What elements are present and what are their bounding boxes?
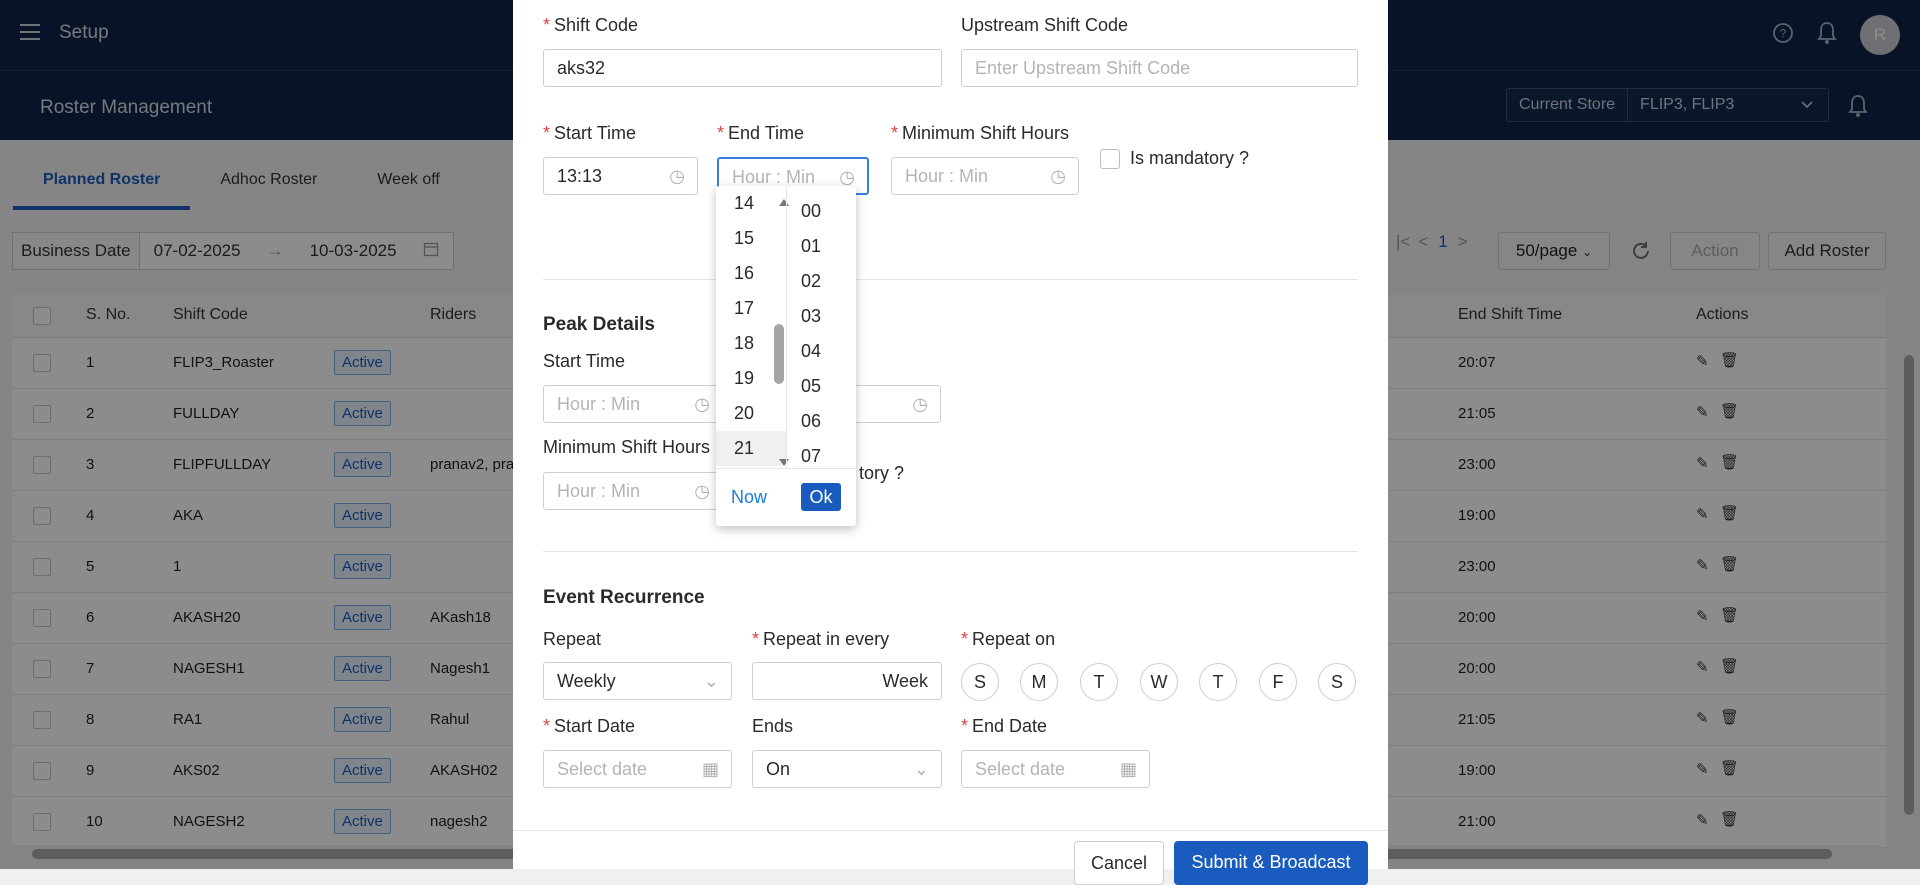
end-date-input[interactable]: Select date ▦: [961, 750, 1150, 788]
peak-min-hours-input[interactable]: Hour : Min ◷: [543, 472, 723, 510]
hour-option[interactable]: 16: [716, 256, 786, 291]
calendar-icon: ▦: [1119, 759, 1137, 779]
chevron-down-icon: ⌄: [703, 671, 719, 691]
peak-min-placeholder: Hour : Min: [557, 481, 641, 501]
hour-option[interactable]: 15: [716, 221, 786, 256]
clock-icon: ◷: [669, 166, 685, 186]
hour-option[interactable]: 20: [716, 396, 786, 431]
calendar-icon: ▦: [701, 759, 719, 779]
clock-icon: ◷: [912, 394, 928, 414]
minute-option[interactable]: 01: [786, 229, 856, 264]
min-shift-hours-label: * Minimum Shift Hours: [891, 123, 1070, 143]
minute-option[interactable]: 04: [786, 334, 856, 369]
clock-icon: ◷: [694, 481, 710, 501]
hour-scroll-thumb[interactable]: [774, 324, 784, 384]
is-mandatory-checkbox[interactable]: [1100, 149, 1120, 169]
repeat-label: Repeat: [543, 629, 602, 649]
shift-code-input[interactable]: aks32: [543, 49, 942, 87]
start-time-value: 13:13: [557, 166, 603, 186]
day-monday[interactable]: M: [1020, 663, 1058, 701]
repeat-value: Weekly: [557, 671, 616, 691]
chevron-down-icon: ⌄: [913, 759, 929, 779]
ok-button[interactable]: Ok: [801, 483, 841, 511]
submit-broadcast-button[interactable]: Submit & Broadcast: [1174, 841, 1368, 885]
peak-start-placeholder: Hour : Min: [557, 394, 641, 414]
day-friday[interactable]: F: [1259, 663, 1297, 701]
peak-start-time-label: Start Time: [543, 351, 626, 371]
picker-footer-divider: [716, 468, 856, 469]
day-sunday[interactable]: S: [961, 663, 999, 701]
end-time-label: * End Time: [717, 123, 805, 143]
time-picker-dropdown: 14 15 16 17 18 19 20 21 00 01 02 03 04 05 06 07 Now Ok: [716, 186, 856, 526]
divider: [543, 551, 1358, 552]
hour-option[interactable]: 17: [716, 291, 786, 326]
minute-option[interactable]: 05: [786, 369, 856, 404]
repeat-every-label: * Repeat in every: [752, 629, 890, 649]
minute-option[interactable]: 07: [786, 439, 856, 468]
peak-details-title: Peak Details: [543, 314, 655, 335]
now-button[interactable]: Now: [731, 487, 767, 508]
event-recurrence-title: Event Recurrence: [543, 587, 705, 608]
peak-min-hours-label: Minimum Shift Hours: [543, 437, 711, 457]
shift-code-label: * Shift Code: [543, 15, 639, 35]
minute-option[interactable]: 03: [786, 299, 856, 334]
repeat-on-label: * Repeat on: [961, 629, 1056, 649]
hour-option[interactable]: 21: [716, 431, 786, 466]
ends-select[interactable]: On ⌄: [752, 750, 942, 788]
end-date-placeholder: Select date: [975, 759, 1066, 779]
end-time-placeholder: Hour : Min: [732, 167, 816, 187]
peak-start-time-input[interactable]: Hour : Min ◷: [543, 385, 723, 423]
start-date-placeholder: Select date: [557, 759, 648, 779]
is-mandatory-label: Is mandatory ?: [1130, 148, 1250, 168]
start-date-label: * Start Date: [543, 716, 636, 736]
start-time-input[interactable]: 13:13 ◷: [543, 157, 698, 195]
upstream-shift-code-label: Upstream Shift Code: [961, 15, 1129, 35]
day-thursday[interactable]: T: [1199, 663, 1237, 701]
add-roster-modal: * Shift Code aks32 Upstream Shift Code En…: [513, 0, 1388, 885]
start-time-label: * Start Time: [543, 123, 637, 143]
minute-option[interactable]: 00: [786, 194, 856, 229]
divider: [543, 279, 1358, 280]
cancel-button[interactable]: Cancel: [1074, 841, 1164, 885]
day-saturday[interactable]: S: [1318, 663, 1356, 701]
end-date-label: * End Date: [961, 716, 1048, 736]
min-shift-hours-placeholder: Hour : Min: [905, 166, 989, 186]
clock-icon: ◷: [694, 394, 710, 414]
start-date-input[interactable]: Select date ▦: [543, 750, 732, 788]
upstream-shift-code-input[interactable]: Enter Upstream Shift Code: [961, 49, 1358, 87]
repeat-every-input[interactable]: Week: [752, 662, 942, 700]
peak-mandatory-label: tory ?: [859, 463, 905, 483]
clock-icon: ◷: [1050, 166, 1066, 186]
minute-option[interactable]: 06: [786, 404, 856, 439]
day-tuesday[interactable]: T: [1080, 663, 1118, 701]
day-wednesday[interactable]: W: [1140, 663, 1178, 701]
ends-label: Ends: [752, 716, 794, 736]
hour-option[interactable]: 14: [716, 186, 786, 221]
minute-option[interactable]: 02: [786, 264, 856, 299]
repeat-select[interactable]: Weekly ⌄: [543, 662, 732, 700]
minute-column[interactable]: 00 01 02 03 04 05 06 07: [786, 194, 856, 468]
footer-divider: [513, 830, 1388, 831]
min-shift-hours-input[interactable]: Hour : Min ◷: [891, 157, 1079, 195]
ends-value: On: [766, 759, 791, 779]
